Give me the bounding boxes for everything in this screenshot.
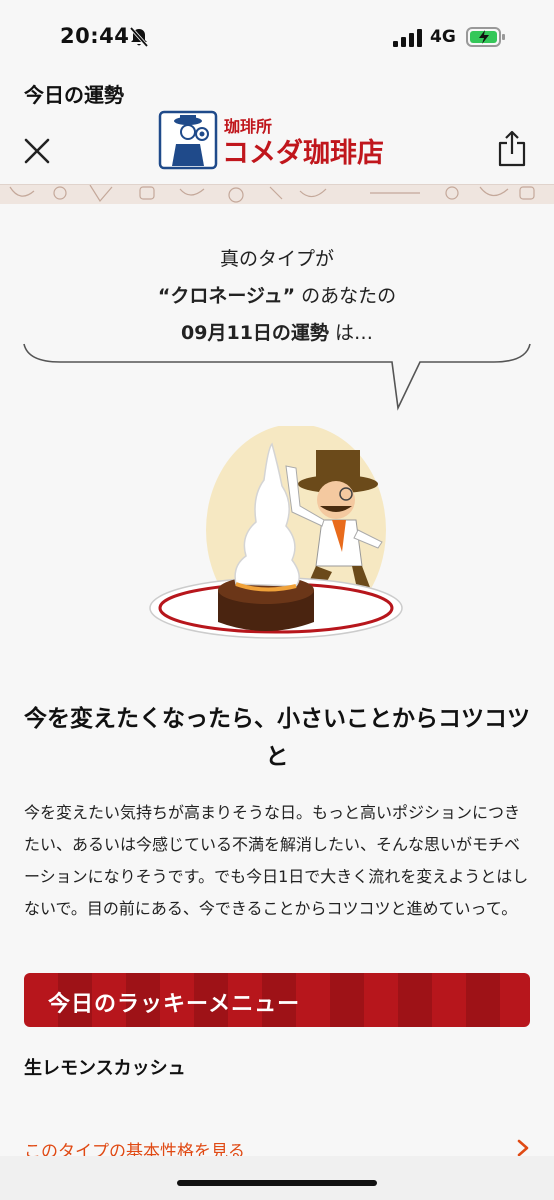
share-icon[interactable] bbox=[496, 130, 528, 168]
logo-text-large: コメダ珈琲店 bbox=[222, 137, 384, 169]
home-indicator[interactable] bbox=[177, 1180, 377, 1186]
intro-line-1: 真のタイプが bbox=[219, 248, 334, 270]
page-title: 今日の運勢 bbox=[24, 83, 124, 107]
close-icon[interactable] bbox=[22, 136, 52, 166]
fortune-content: 真のタイプが “クロネージュ” のあなたの 09月11日の運勢 は… 今を変えた… bbox=[0, 204, 554, 1156]
doodle-pattern bbox=[9, 185, 535, 203]
intro-line-2: “クロネージュ” のあなたの bbox=[0, 281, 554, 308]
fortune-body: 今を変えたい気持ちが高まりそうな日。もっと高いポジションにつきたい、あるいは今感… bbox=[24, 803, 529, 918]
signal-icon bbox=[393, 29, 422, 47]
speech-bubble-tail bbox=[23, 343, 531, 411]
type-name: “クロネージュ” bbox=[157, 285, 296, 307]
pattern-band bbox=[0, 184, 554, 204]
lucky-menu-title: 今日のラッキーメニュー bbox=[48, 992, 301, 1017]
lucky-menu-header: 今日のラッキーメニュー bbox=[24, 973, 530, 1027]
status-time: 20:44 bbox=[60, 24, 130, 48]
web-header: 今日の運勢 珈琲所 コメダ珈琲店 bbox=[0, 72, 554, 184]
status-bar: 20:44 4G bbox=[0, 0, 554, 72]
intro-line-2-suffix: のあなたの bbox=[295, 285, 397, 307]
komeda-logo: 珈琲所 コメダ珈琲店 bbox=[158, 110, 384, 170]
fortune-headline: 今を変えたくなったら、小さいことからコツコツと bbox=[24, 706, 530, 770]
bell-slash-icon bbox=[129, 26, 149, 48]
chevron-right-icon[interactable] bbox=[516, 1139, 530, 1156]
bottom-bar bbox=[0, 1156, 554, 1200]
logo-text-small: 珈琲所 bbox=[224, 117, 272, 136]
battery-charging-icon bbox=[466, 27, 505, 47]
type-personality-link[interactable]: このタイプの基本性格を見る bbox=[24, 1137, 245, 1156]
character-dessert-illustration bbox=[149, 426, 403, 639]
lucky-menu-item: 生レモンスカッシュ bbox=[24, 1058, 186, 1079]
network-label: 4G bbox=[430, 27, 456, 47]
